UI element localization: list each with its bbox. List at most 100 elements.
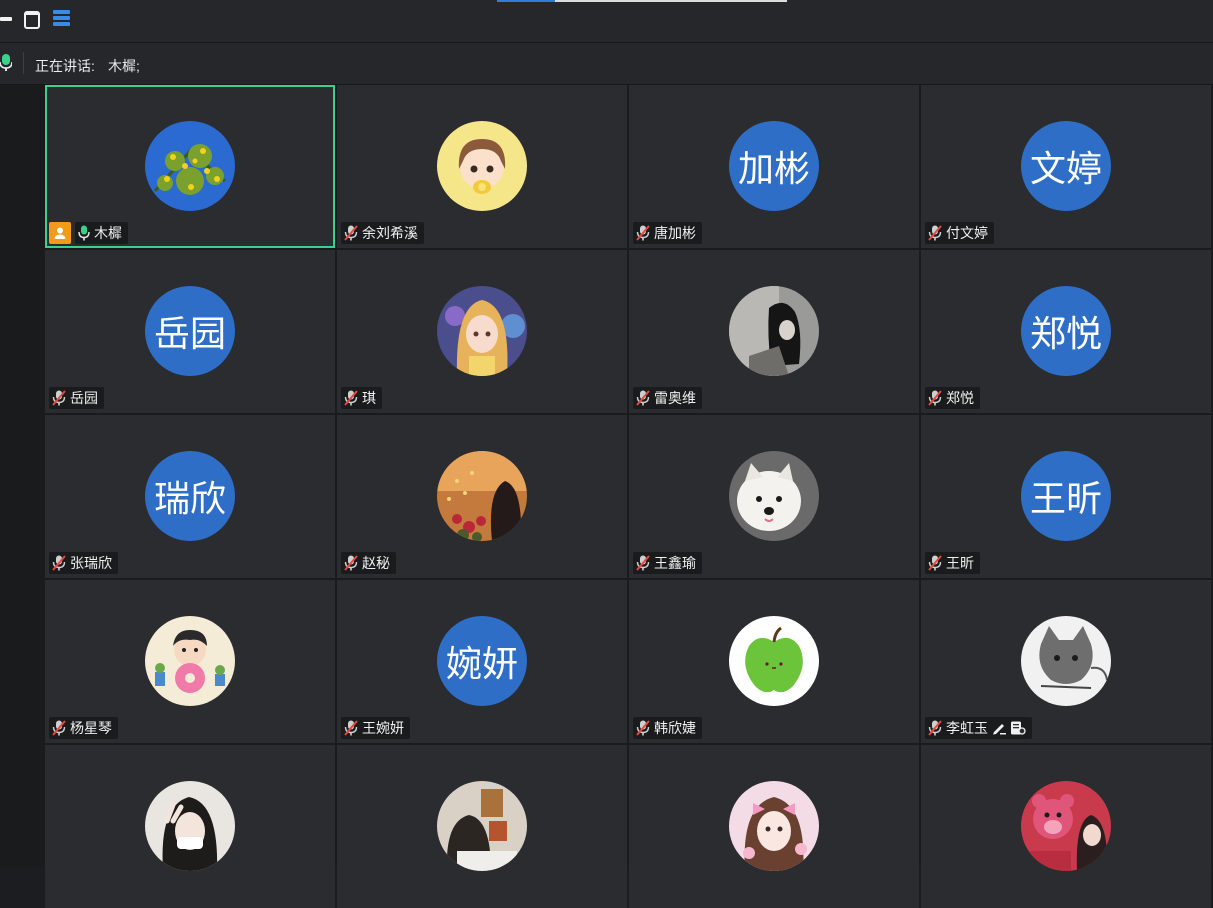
participant-namebar: 郑悦 <box>925 387 980 409</box>
minimize-icon[interactable] <box>0 17 12 21</box>
participant-name: 木樨 <box>94 225 122 241</box>
mic-active-icon <box>78 225 90 241</box>
participant-tile[interactable]: 李虹玉 <box>921 580 1211 743</box>
window-titlebar <box>0 0 1213 43</box>
participant-namebar: 王婉妍 <box>341 717 410 739</box>
participant-namebar: 木樨 <box>75 222 128 244</box>
participant-tile[interactable]: 杨星琴 <box>45 580 335 743</box>
pen-icon <box>991 721 1007 735</box>
tab-indicator-active <box>497 0 555 2</box>
participant-avatar: 瑞欣 <box>145 451 235 541</box>
participant-avatar: 郑悦 <box>1021 286 1111 376</box>
participant-namebar: 王昕 <box>925 552 980 574</box>
participant-tile[interactable]: 瑞欣张瑞欣 <box>45 415 335 578</box>
participant-name: 郑悦 <box>946 390 974 406</box>
speaking-name: 木樨; <box>108 58 140 74</box>
mic-muted-icon <box>636 390 650 406</box>
participant-name: 付文婷 <box>946 225 988 241</box>
participant-tile[interactable]: 岳园 岳园 <box>45 250 335 413</box>
participant-avatar <box>145 616 235 706</box>
participant-namebar: 雷奥维 <box>633 387 702 409</box>
mic-muted-icon <box>344 390 358 406</box>
participant-tile[interactable]: 赵秘 <box>337 415 627 578</box>
gallery-view-icon[interactable] <box>53 10 70 28</box>
mic-muted-icon <box>928 555 942 571</box>
participant-namebar: 李虹玉 <box>925 717 1032 739</box>
participant-name: 王婉妍 <box>362 720 404 736</box>
participant-avatar: 王昕 <box>1021 451 1111 541</box>
participant-tile[interactable]: 加彬唐加彬 <box>629 85 919 248</box>
participant-avatar <box>437 286 527 376</box>
participant-grid: 木樨 余刘希溪 加彬 唐加彬 文婷 付文婷 岳园 岳园琪雷奥维 郑悦 郑悦 瑞欣 张瑞欣 赵秘 王鑫瑜 王昕… <box>45 85 1213 908</box>
participant-avatar <box>1021 616 1111 706</box>
participant-namebar: 杨星琴 <box>49 717 118 739</box>
divider <box>23 52 24 74</box>
mic-muted-icon <box>344 225 358 241</box>
speaking-mic-icon <box>0 54 13 77</box>
participant-tile[interactable] <box>337 745 627 908</box>
participant-tile[interactable]: 婉妍 王婉妍 <box>337 580 627 743</box>
participant-namebar: 张瑞欣 <box>49 552 118 574</box>
maximize-icon[interactable] <box>24 11 40 29</box>
participant-avatar <box>145 781 235 871</box>
participant-tile[interactable]: 文婷付文婷 <box>921 85 1211 248</box>
participant-name: 王昕 <box>946 555 974 571</box>
participant-tile[interactable] <box>45 745 335 908</box>
participant-avatar <box>729 286 819 376</box>
doc-settings-icon <box>1010 721 1026 735</box>
participant-name: 雷奥维 <box>654 390 696 406</box>
speaking-label: 正在讲话: <box>35 58 95 74</box>
participant-namebar: 韩欣婕 <box>633 717 702 739</box>
mic-muted-icon <box>636 225 650 241</box>
mic-muted-icon <box>928 225 942 241</box>
participant-name: 张瑞欣 <box>70 555 112 571</box>
participant-namebar: 岳园 <box>49 387 104 409</box>
participant-namebar: 唐加彬 <box>633 222 702 244</box>
mic-muted-icon <box>344 720 358 736</box>
participant-tile[interactable] <box>629 745 919 908</box>
participant-namebar: 余刘希溪 <box>341 222 424 244</box>
participant-avatar: 文婷 <box>1021 121 1111 211</box>
participant-name: 杨星琴 <box>70 720 112 736</box>
participant-avatar: 加彬 <box>729 121 819 211</box>
mic-muted-icon <box>52 555 66 571</box>
participant-tile[interactable]: 琪 <box>337 250 627 413</box>
participant-name: 赵秘 <box>362 555 390 571</box>
participant-name: 岳园 <box>70 390 98 406</box>
mic-muted-icon <box>52 720 66 736</box>
mic-muted-icon <box>636 720 650 736</box>
participant-tile[interactable] <box>921 745 1211 908</box>
participant-avatar <box>729 451 819 541</box>
participant-tile[interactable]: 余刘希溪 <box>337 85 627 248</box>
speaking-bar <box>0 43 1213 85</box>
participant-tile[interactable]: 木樨 <box>45 85 335 248</box>
participant-avatar <box>437 121 527 211</box>
participant-tile[interactable]: 王昕 王昕 <box>921 415 1211 578</box>
participant-name: 韩欣婕 <box>654 720 696 736</box>
left-strip <box>0 85 45 867</box>
participant-namebar: 赵秘 <box>341 552 396 574</box>
mic-muted-icon <box>928 390 942 406</box>
participant-tile[interactable]: 雷奥维 <box>629 250 919 413</box>
mic-muted-icon <box>636 555 650 571</box>
participant-name: 余刘希溪 <box>362 225 418 241</box>
participant-tile[interactable]: 王鑫瑜 <box>629 415 919 578</box>
participant-avatar <box>1021 781 1111 871</box>
participant-namebar: 琪 <box>341 387 382 409</box>
participant-name: 王鑫瑜 <box>654 555 696 571</box>
participant-name: 唐加彬 <box>654 225 696 241</box>
mic-muted-icon <box>52 390 66 406</box>
participant-tile[interactable]: 郑悦 郑悦 <box>921 250 1211 413</box>
host-icon <box>49 222 71 244</box>
participant-avatar <box>437 781 527 871</box>
participant-avatar <box>729 616 819 706</box>
mic-muted-icon <box>928 720 942 736</box>
participant-tile[interactable]: 韩欣婕 <box>629 580 919 743</box>
participant-avatar <box>437 451 527 541</box>
participant-name: 琪 <box>362 390 376 406</box>
participant-avatar <box>729 781 819 871</box>
participant-name: 李虹玉 <box>946 720 988 736</box>
tab-indicator <box>555 0 787 2</box>
participant-namebar: 王鑫瑜 <box>633 552 702 574</box>
participant-avatar <box>145 121 235 211</box>
